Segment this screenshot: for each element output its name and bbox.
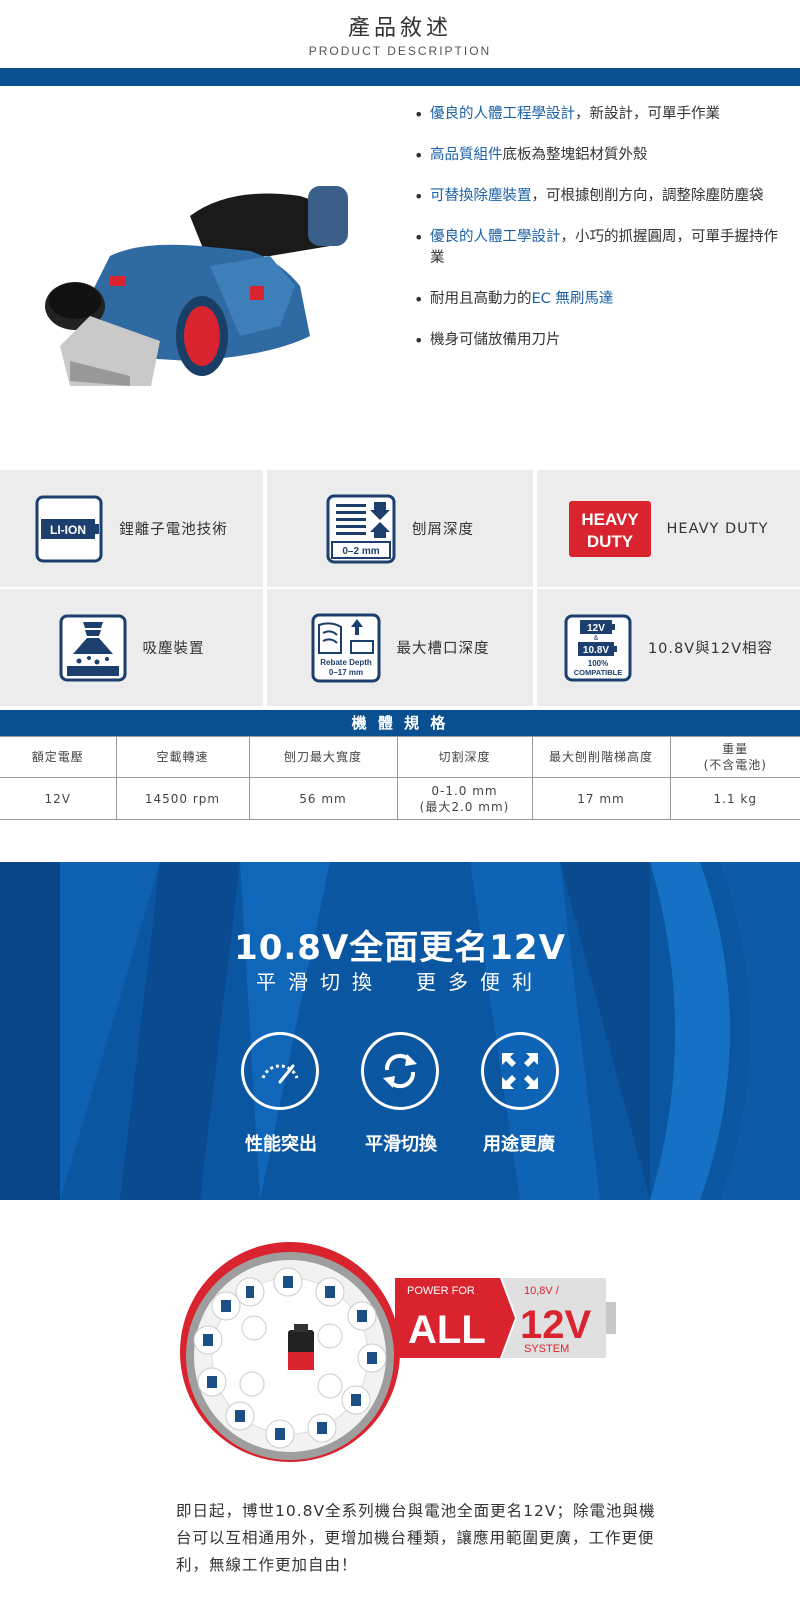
svg-text:DUTY: DUTY [586, 532, 633, 551]
divider-bar [0, 68, 800, 86]
page-subtitle: PRODUCT DESCRIPTION [308, 44, 492, 58]
banner-item-label: 性能突出 [245, 1134, 317, 1155]
feature-item: 優良的人體工學設計，小巧的抓握圓周，可單手握持作業 [410, 227, 780, 269]
svg-text:&: & [594, 635, 599, 642]
planer-product-image [45, 186, 348, 386]
rebate-depth-icon: Rebate Depth 0–17 mm [311, 613, 380, 682]
spec-value-cell: 14500 rpm [115, 777, 250, 820]
rebate-label: 最大槽口深度 [396, 641, 490, 657]
spec-value-cell: 56 mm [248, 777, 398, 820]
dust-cell: 吸塵裝置 [0, 589, 263, 706]
svg-text:0–17 mm: 0–17 mm [328, 668, 362, 677]
banner-headline: 10.8V全面更名12V [234, 928, 566, 968]
page-title: 產品敘述 [347, 16, 452, 41]
spec-value-row: 12V 14500 rpm 56 mm 0-1.0 mm (最大2.0 mm) 1… [0, 777, 800, 820]
banner-item-label: 平滑切換 [365, 1134, 437, 1155]
depth-cell: 0–2 mm 刨屑深度 [267, 470, 533, 587]
dust-label: 吸塵裝置 [142, 641, 205, 657]
svg-text:SYSTEM: SYSTEM [524, 1343, 569, 1355]
svg-text:Rebate Depth: Rebate Depth [320, 658, 372, 667]
expand-icon [481, 1032, 559, 1110]
svg-text:10.8V: 10.8V [583, 645, 609, 656]
liion-label: 鋰離子電池技術 [119, 522, 228, 538]
feature-icon-grid: LI-ION 鋰離子電池技術 0–2 mm 刨屑深度 HEAVY DUTY HE… [0, 470, 800, 706]
heavy-duty-cell: HEAVY DUTY HEAVY DUTY [537, 470, 800, 587]
feature-item: 高品質組件底板為整塊鋁材質外殼 [410, 145, 780, 166]
spec-table: 額定電壓 空載轉速 刨刀最大寬度 切割深度 最大刨削階梯高度 重量 (不含電池) … [0, 736, 800, 820]
svg-text:HEAVY: HEAVY [581, 510, 639, 529]
svg-text:0–2 mm: 0–2 mm [342, 546, 379, 557]
spec-header-cell: 切割深度 [396, 736, 533, 778]
svg-text:12V: 12V [587, 623, 605, 634]
svg-text:POWER FOR: POWER FOR [407, 1285, 475, 1297]
spec-title: 機 體 規 格 [0, 710, 800, 736]
rename-banner: 10.8V全面更名12V 平滑切換 更多便利 性能突出 平滑切換 用途更廣 [0, 862, 800, 1200]
depth-label: 刨屑深度 [412, 522, 474, 538]
svg-text:100%: 100% [588, 659, 608, 668]
rebate-cell: Rebate Depth 0–17 mm 最大槽口深度 [267, 589, 533, 706]
spec-value-cell: 1.1 kg [669, 777, 800, 820]
svg-text:10,8V /: 10,8V / [524, 1285, 560, 1297]
spec-value-cell: 0-1.0 mm (最大2.0 mm) [396, 777, 533, 820]
product-section: 優良的人體工程學設計，新設計，可單手作業 高品質組件底板為整塊鋁材質外殼 可替換… [0, 86, 800, 466]
spec-value-cell: 12V [0, 777, 117, 820]
speedometer-icon [241, 1032, 319, 1110]
compat-cell: 12V & 10.8V 100% COMPATIBLE 10.8V與12V相容 [537, 589, 800, 706]
feature-item: 機身可儲放備用刀片 [410, 330, 780, 351]
svg-text:ALL: ALL [408, 1308, 486, 1352]
refresh-icon [361, 1032, 439, 1110]
compat-label: 10.8V與12V相容 [647, 641, 774, 657]
spec-header-cell: 刨刀最大寬度 [248, 736, 398, 778]
dust-extraction-icon [59, 614, 126, 681]
rename-description: 即日起，博世10.8V全系列機台與電池全面更名12V；除電池與機台可以互相通用外… [176, 1502, 656, 1574]
spec-header-cell: 重量 (不含電池) [669, 736, 800, 778]
feature-item: 耐用且高動力的EC 無刷馬達 [410, 289, 780, 310]
power-for-all-graphic: POWER FOR ALL 10,8V / 12V SYSTEM [180, 1242, 616, 1462]
banner-subline: 平滑切換 更多便利 [256, 970, 544, 994]
feature-item: 優良的人體工程學設計，新設計，可單手作業 [410, 104, 780, 125]
spec-header-cell: 最大刨削階梯高度 [531, 736, 671, 778]
feature-item: 可替換除塵裝置，可根據刨削方向，調整除塵防塵袋 [410, 186, 780, 207]
spec-header-cell: 額定電壓 [0, 736, 117, 778]
section-header: 產品敘述 PRODUCT DESCRIPTION [0, 0, 800, 68]
spec-value-cell: 17 mm [531, 777, 671, 820]
feature-list: 優良的人體工程學設計，新設計，可單手作業 高品質組件底板為整塊鋁材質外殼 可替換… [410, 104, 780, 371]
banner-item-label: 用途更廣 [483, 1134, 555, 1155]
spec-header-row: 額定電壓 空載轉速 刨刀最大寬度 切割深度 最大刨削階梯高度 重量 (不含電池) [0, 736, 800, 778]
planing-depth-icon: 0–2 mm [326, 494, 396, 563]
heavy-duty-label: HEAVY DUTY [666, 520, 769, 537]
liion-cell: LI-ION 鋰離子電池技術 [0, 470, 263, 587]
svg-text:LI-ION: LI-ION [50, 523, 86, 537]
svg-text:12V: 12V [520, 1303, 591, 1347]
spec-header-cell: 空載轉速 [115, 736, 250, 778]
svg-text:COMPATIBLE: COMPATIBLE [574, 668, 622, 677]
heavy-duty-icon: HEAVY DUTY [568, 500, 651, 557]
li-ion-icon: LI-ION [35, 495, 103, 562]
compatible-battery-icon: 12V & 10.8V 100% COMPATIBLE [564, 614, 632, 681]
